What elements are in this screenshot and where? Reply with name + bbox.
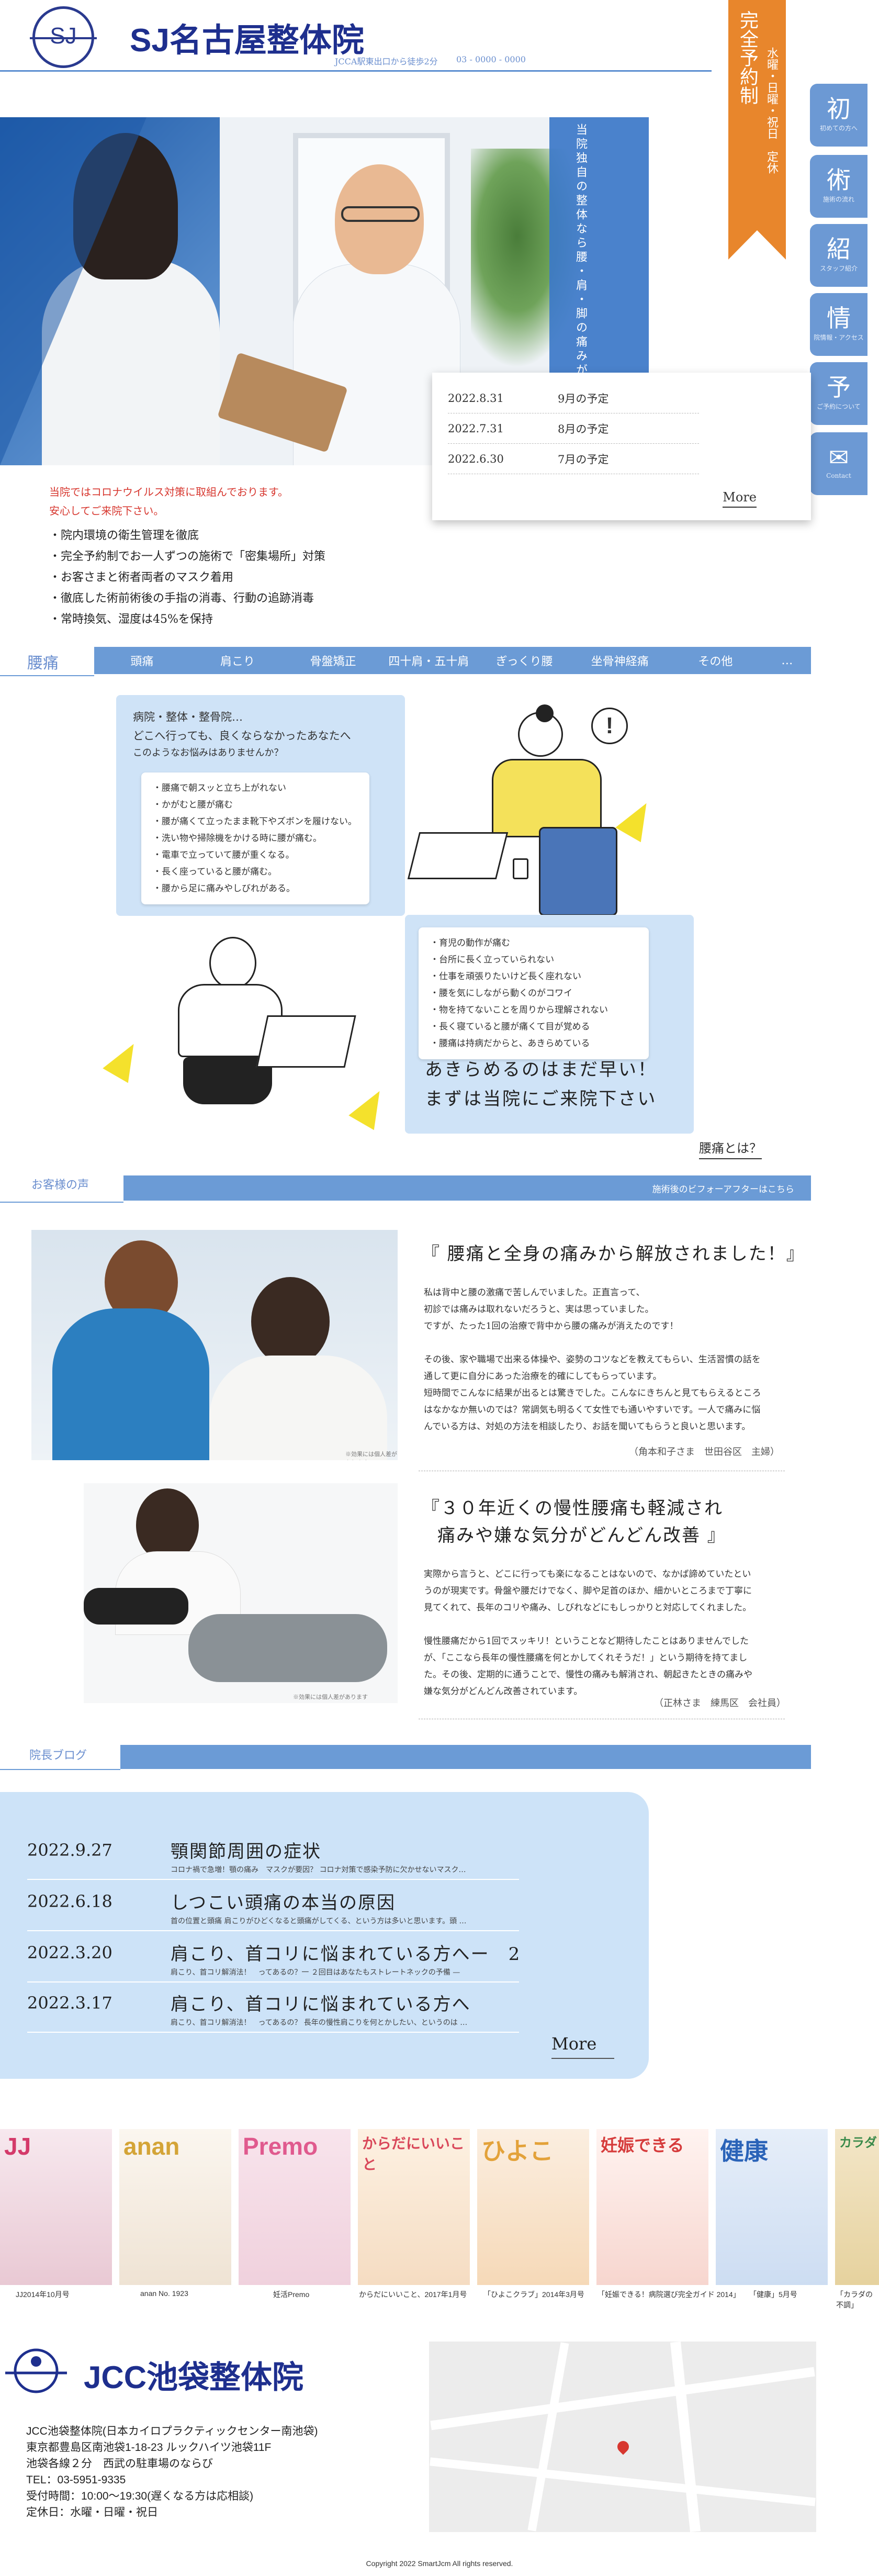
magazine-caption: 「カラダの不調」 bbox=[836, 2290, 873, 2309]
side-nav-reservation[interactable]: 予ご予約について bbox=[810, 362, 867, 425]
magazine-cover[interactable]: JJ bbox=[0, 2129, 112, 2285]
header-address: JCCA駅東出口から徒歩2分 bbox=[335, 57, 438, 66]
footer-title[interactable]: JCC池袋整体院 bbox=[84, 2352, 303, 2398]
category-tab[interactable]: ぎっくり腰 bbox=[477, 652, 572, 669]
side-nav-staff[interactable]: 紹スタッフ紹介 bbox=[810, 224, 867, 287]
category-tab[interactable]: 骨盤矯正 bbox=[285, 652, 381, 669]
voice-bar: 施術後のビフォーアフターはこちら bbox=[123, 1175, 811, 1201]
list-item: ・お客さまと術者両者のマスク着用 bbox=[49, 571, 234, 584]
news-item[interactable]: 2022.8.31 9月の予定 bbox=[448, 383, 699, 413]
footer-info: JCC池袋整体院(日本カイロプラクティックセンター南池袋) 東京都豊島区南池袋1… bbox=[26, 2425, 318, 2518]
category-tab[interactable]: 肩こり bbox=[190, 652, 286, 669]
ribbon-days-text: 水曜・日曜・祝日 定休 bbox=[765, 47, 778, 174]
blog-bar bbox=[120, 1745, 811, 1769]
blog-section-label: 院長ブログ bbox=[29, 1749, 87, 1762]
news-box: 2022.8.31 9月の予定 2022.7.31 8月の予定 2022.6.30 7… bbox=[432, 373, 811, 520]
footer-logo-icon bbox=[5, 2348, 67, 2393]
header-tel[interactable]: 03 - 0000 - 0000 bbox=[456, 54, 526, 64]
magazine-cover[interactable]: ひよこ bbox=[477, 2129, 589, 2285]
symptom-question: 病院・整体・整骨院… どこへ行っても、良くならなかったあなたへ このようなお悩み… bbox=[133, 711, 351, 758]
magazine-caption: 「妊娠できる！病院選び完全ガイド 2014」 bbox=[598, 2290, 740, 2299]
logo-mark[interactable]: SJ bbox=[30, 6, 97, 68]
voice-body: 私は背中と腰の激痛で苦しんでいました。正直言って、 初診では痛みは取れないだろう… bbox=[424, 1287, 761, 1432]
symptom-list-a: ・腰痛で朝スッと立ち上がれない ・かがむと腰が痛む ・腰が痛くて立ったまま靴下や… bbox=[141, 772, 369, 904]
voice-title: 『３０年近くの慢性腰痛も軽減され 痛みや嫌な気分がどんどん改善 』 bbox=[422, 1498, 726, 1546]
magazine-cover[interactable]: anan bbox=[119, 2129, 231, 2285]
side-nav-treatment[interactable]: 術施術の流れ bbox=[810, 155, 867, 218]
voice-signature: （正林さま 練馬区 会社員） bbox=[654, 1698, 786, 1709]
news-more-link[interactable]: More bbox=[723, 490, 757, 508]
symptom-list-b: ・育児の動作が痛む ・台所に長く立っていられない ・仕事を頑張りたいけど長く座れ… bbox=[419, 927, 649, 1059]
list-item: ・常時換気、湿度は45%を保持 bbox=[49, 613, 213, 626]
category-current[interactable]: 腰痛 bbox=[27, 650, 59, 673]
magazine-caption: からだにいいこと、2017年1月号 bbox=[359, 2290, 467, 2299]
category-nav: 頭痛 肩こり 骨盤矯正 四十肩・五十肩 ぎっくり腰 坐骨神経痛 その他 … bbox=[94, 647, 811, 674]
exclaim-bubble: ! bbox=[591, 708, 628, 744]
map-pin-icon bbox=[615, 2438, 632, 2455]
voice-body: 実際から言うと、どこに行っても楽になることはないので、なかば諦めていたとい うの… bbox=[424, 1569, 752, 1697]
magazine-caption: anan No. 1923 bbox=[140, 2289, 188, 2298]
magazine-caption: 「ひよこクラブ」2014年3月号 bbox=[483, 2290, 584, 2299]
blog-post-link[interactable]: 肩こり、首コリに悩まれている方へ bbox=[171, 1990, 471, 2015]
category-tab[interactable]: その他 bbox=[668, 652, 763, 669]
category-tab[interactable]: 頭痛 bbox=[94, 652, 190, 669]
voice-photo-2: ※効果には個人差があります bbox=[84, 1483, 398, 1703]
list-item: ・完全予約制でお一人ずつの施術で「密集場所」対策 bbox=[49, 550, 326, 563]
magazine-cover[interactable]: 健康 bbox=[716, 2129, 828, 2285]
hero-catch: 短期間で改善！ bbox=[645, 134, 673, 354]
category-tab[interactable]: … bbox=[763, 654, 811, 667]
magazine-caption: 妊活Premo bbox=[273, 2290, 310, 2299]
covid-measures-list: ・院内環境の衛生管理を徹底 ・完全予約制でお一人ずつの施術で「密集場所」対策 ・… bbox=[49, 525, 325, 630]
site-title[interactable]: SJ名古屋整体院 bbox=[130, 14, 364, 61]
side-nav-info[interactable]: 情院情報・アクセス bbox=[810, 293, 867, 356]
man-back-pain-illustration bbox=[105, 932, 398, 1130]
logo-text: SJ bbox=[50, 23, 77, 49]
access-map[interactable] bbox=[429, 2342, 816, 2532]
list-item: ・院内環境の衛生管理を徹底 bbox=[49, 529, 199, 542]
copyright: Copyright 2022 SmartJcm All rights reser… bbox=[366, 2559, 513, 2568]
voice-title: 『 腰痛と全身の痛みから解放されました！』 bbox=[422, 1244, 805, 1264]
voice-section-label: お客様の声 bbox=[31, 1179, 89, 1192]
category-underline bbox=[0, 675, 94, 676]
blog-post-link[interactable]: 肩こり、首コリに悩まれている方へー 2 bbox=[171, 1940, 521, 1965]
magazine-cover[interactable]: からだにいいこと bbox=[358, 2129, 470, 2285]
before-after-link[interactable]: 施術後のビフォーアフターはこちら bbox=[652, 1182, 794, 1195]
list-item: ・徹底した術前術後の手指の消毒、行動の追跡消毒 bbox=[49, 592, 314, 605]
news-item[interactable]: 2022.6.30 7月の予定 bbox=[448, 444, 699, 474]
voice-signature: （角本和子さま 世田谷区 主婦） bbox=[629, 1447, 780, 1458]
category-tab[interactable]: 坐骨神経痛 bbox=[572, 652, 668, 669]
header-divider bbox=[0, 70, 712, 72]
mail-icon: ✉ bbox=[828, 443, 849, 472]
magazine-cover[interactable]: 妊娠できる bbox=[596, 2129, 708, 2285]
blog-post-link[interactable]: しつこい頭痛の本当の原因 bbox=[171, 1888, 396, 1914]
blog-post-link[interactable]: 顎関節周囲の症状 bbox=[171, 1837, 321, 1863]
blog-more-link[interactable]: More bbox=[551, 2034, 596, 2054]
covid-notice: 当院ではコロナウイルス対策に取組んでおります。 安心してご来院下さい。 bbox=[49, 486, 288, 517]
news-item[interactable]: 2022.7.31 8月の予定 bbox=[448, 413, 699, 444]
magazine-caption: JJ2014年10月号 bbox=[16, 2290, 70, 2299]
voice-photo-1: ※効果には個人差があります bbox=[31, 1230, 398, 1460]
give-up-message: あきらめるのはまだ早い！ まずは当院にご来院下さい bbox=[425, 1059, 657, 1110]
about-back-pain-link[interactable]: 腰痛とは？ bbox=[699, 1138, 762, 1159]
ribbon-main-text: 完全予約制 bbox=[737, 10, 758, 105]
category-tab[interactable]: 四十肩・五十肩 bbox=[381, 652, 477, 669]
magazine-cover[interactable]: Premo bbox=[239, 2129, 351, 2285]
magazine-cover[interactable]: カラダ bbox=[835, 2129, 879, 2285]
side-nav-contact[interactable]: ✉ Contact bbox=[810, 432, 867, 495]
magazine-caption: 「健康」5月号 bbox=[749, 2290, 797, 2299]
side-nav-first-visit[interactable]: 初初めての方へ bbox=[810, 84, 867, 147]
